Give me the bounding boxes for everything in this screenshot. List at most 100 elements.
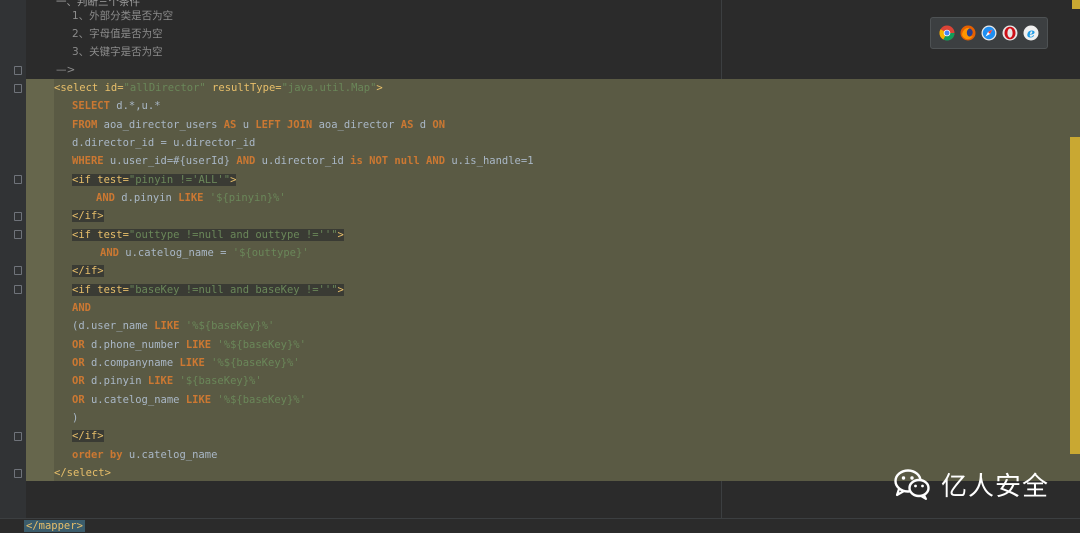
- tag-token: >: [230, 174, 237, 186]
- if-outtype-body: AND u.catelog_name = '${outtype}': [100, 244, 309, 262]
- code-text: u.is_handle=1: [445, 155, 534, 167]
- code-text: d.phone_number: [84, 339, 186, 351]
- if-pinyin-close: </if>: [72, 207, 104, 225]
- svg-text:e: e: [1027, 27, 1035, 42]
- attr-value: "pinyin !='ALL'": [128, 174, 231, 186]
- keyword: AS: [223, 119, 237, 131]
- if-pinyin-open: <if test="pinyin !='ALL'">: [72, 171, 237, 189]
- keyword: AND: [96, 192, 115, 204]
- keyword: SELECT: [72, 100, 110, 112]
- comment-item-3: 3、关键字是否为空: [72, 46, 163, 58]
- if-basekey-open: <if test="baseKey !=null and baseKey !='…: [72, 281, 344, 299]
- code-text: d.companyname: [84, 357, 180, 369]
- fold-marker[interactable]: [14, 66, 22, 75]
- tag-token: <select: [54, 82, 105, 94]
- keyword: OR: [72, 375, 85, 387]
- watermark-text: 亿人安全: [941, 471, 1050, 502]
- comment-close: —>: [56, 64, 76, 76]
- scrollbar-thumb[interactable]: [1070, 137, 1080, 454]
- order-by-line: order by u.catelog_name: [72, 446, 217, 464]
- code-text: aoa_director: [312, 119, 401, 131]
- code-text: d: [413, 119, 433, 131]
- if-outtype-close: </if>: [72, 262, 104, 280]
- tag-token: </if>: [72, 430, 104, 442]
- safari-icon[interactable]: [981, 25, 997, 41]
- keyword: AND: [236, 155, 256, 167]
- selection-gutter-highlight: [26, 79, 54, 481]
- sql-from-line: FROM aoa_director_users AS u LEFT JOIN a…: [72, 116, 445, 134]
- code-text: (d.user_name: [72, 320, 155, 332]
- select-close-tag: </select>: [54, 464, 111, 482]
- mapper-close-tag: </mapper>: [24, 520, 85, 532]
- keyword: AND: [72, 302, 91, 314]
- tag-token: <if test=: [72, 229, 129, 241]
- opera-icon[interactable]: [1002, 25, 1018, 41]
- keyword: OR: [72, 339, 85, 351]
- code-text: d.pinyin: [84, 375, 148, 387]
- sql-join-cond-line: d.director_id = u.director_id: [72, 137, 256, 149]
- code-text: d.pinyin: [114, 192, 179, 204]
- basekey-line-1: (d.user_name LIKE '%${baseKey}%': [72, 317, 274, 335]
- ie-icon[interactable]: e: [1023, 25, 1039, 41]
- code-text: u.director_id: [255, 155, 351, 167]
- attr-value: "baseKey !=null and baseKey !=''": [128, 284, 338, 296]
- keyword: OR: [72, 357, 85, 369]
- attr-token: resultType=: [205, 82, 282, 94]
- keyword: order by: [72, 449, 123, 461]
- comment-item-2: 2、字母值是否为空: [72, 28, 163, 40]
- keyword: LEFT JOIN: [255, 119, 313, 131]
- fold-marker[interactable]: [14, 432, 22, 441]
- attr-value: "java.util.Map": [281, 82, 377, 94]
- basekey-line-5: OR u.catelog_name LIKE '%${baseKey}%': [72, 391, 306, 409]
- keyword: LIKE: [178, 192, 204, 204]
- if-basekey-and: AND: [72, 299, 91, 317]
- attr-value: "outtype !=null and outtype !=''": [128, 229, 338, 241]
- fold-marker[interactable]: [14, 469, 22, 478]
- keyword: LIKE: [185, 339, 212, 351]
- basekey-line-2: OR d.phone_number LIKE '%${baseKey}%': [72, 336, 306, 354]
- scrollbar-warning-marker[interactable]: [1072, 0, 1080, 9]
- basekey-line-4: OR d.pinyin LIKE '${baseKey}%': [72, 372, 262, 390]
- keyword: is NOT null: [350, 155, 420, 167]
- tag-token: >: [337, 229, 344, 241]
- if-pinyin-body: AND d.pinyin LIKE '${pinyin}%': [96, 189, 286, 207]
- code-text: d.*,u.*: [109, 100, 161, 112]
- if-basekey-close: </if>: [72, 427, 104, 445]
- keyword: ON: [432, 119, 446, 131]
- string-literal: '%${baseKey}%': [211, 339, 306, 351]
- chrome-icon[interactable]: [939, 25, 955, 41]
- fold-marker[interactable]: [14, 230, 22, 239]
- code-text: u.catelog_name =: [118, 247, 233, 259]
- fold-marker[interactable]: [14, 266, 22, 275]
- string-literal: '${baseKey}%': [173, 375, 262, 387]
- tag-token: </select>: [54, 467, 111, 479]
- keyword: FROM: [72, 119, 98, 131]
- if-outtype-open: <if test="outtype !=null and outtype !='…: [72, 226, 344, 244]
- sql-select-line: SELECT d.*,u.*: [72, 97, 161, 115]
- editor-bottom-strip: [0, 518, 1080, 533]
- firefox-icon[interactable]: [960, 25, 976, 41]
- fold-marker[interactable]: [14, 212, 22, 221]
- tag-token: >: [376, 82, 383, 94]
- string-literal: '%${baseKey}%': [211, 394, 306, 406]
- fold-marker[interactable]: [14, 175, 22, 184]
- wechat-icon: [894, 469, 930, 500]
- tag-token: </if>: [72, 210, 104, 222]
- keyword: WHERE: [72, 155, 104, 167]
- fold-marker[interactable]: [14, 84, 22, 93]
- keyword: AS: [400, 119, 414, 131]
- code-text: u.user_id=#{userId}: [103, 155, 237, 167]
- basekey-close-paren: ): [72, 412, 79, 424]
- string-literal: '%${baseKey}%': [204, 357, 300, 369]
- tag-token: <if test=: [72, 284, 129, 296]
- keyword: AND: [100, 247, 119, 259]
- sql-where-line: WHERE u.user_id=#{userId} AND u.director…: [72, 152, 534, 170]
- fold-marker[interactable]: [14, 285, 22, 294]
- string-literal: '${pinyin}%': [203, 192, 286, 204]
- keyword: AND: [426, 155, 446, 167]
- watermark: 亿人安全: [893, 464, 1049, 504]
- code-text: u: [236, 119, 256, 131]
- comment-item-1: 1、外部分类是否为空: [72, 10, 174, 22]
- keyword: LIKE: [185, 394, 212, 406]
- select-open-tag: <select id="allDirector" resultType="jav…: [54, 79, 383, 97]
